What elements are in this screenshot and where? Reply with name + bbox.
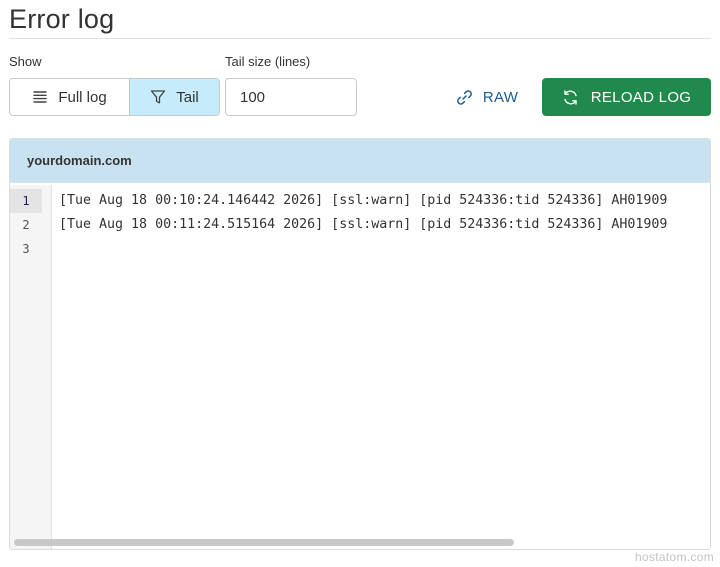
reload-log-label: RELOAD LOG xyxy=(590,88,692,106)
title-divider xyxy=(9,38,711,39)
horizontal-scrollbar[interactable] xyxy=(14,539,514,546)
full-log-button[interactable]: Full log xyxy=(10,79,130,115)
watermark: hostatom.com xyxy=(635,550,714,564)
line-number-gutter: 1 2 3 xyxy=(10,185,52,549)
log-viewer[interactable]: 1 2 3 [Tue Aug 18 00:10:24.146442 2026] … xyxy=(10,185,710,549)
refresh-icon xyxy=(564,89,577,105)
reload-log-button[interactable]: RELOAD LOG xyxy=(542,78,711,116)
log-panel-domain: yourdomain.com xyxy=(10,139,710,183)
line-number: 3 xyxy=(22,242,30,256)
tail-label: Tail xyxy=(176,88,199,106)
tail-button[interactable]: Tail xyxy=(130,79,219,115)
tail-size-label: Tail size (lines) xyxy=(225,54,311,69)
list-icon xyxy=(33,91,48,103)
log-panel: yourdomain.com 1 2 3 [Tue Aug 18 00:10:2… xyxy=(9,138,711,550)
full-log-label: Full log xyxy=(58,88,107,106)
line-number: 2 xyxy=(22,218,30,232)
log-line: [Tue Aug 18 00:11:24.515164 2026] [ssl:w… xyxy=(59,217,668,232)
raw-label: RAW xyxy=(482,88,519,106)
raw-button[interactable]: RAW xyxy=(448,78,526,116)
link-icon xyxy=(456,89,472,105)
filter-icon xyxy=(151,90,166,104)
show-label: Show xyxy=(9,54,42,69)
page-title: Error log xyxy=(9,4,115,34)
line-number: 1 xyxy=(10,189,42,213)
log-content[interactable]: [Tue Aug 18 00:10:24.146442 2026] [ssl:w… xyxy=(59,185,710,535)
tail-size-input[interactable] xyxy=(225,78,357,116)
show-mode-toggle: Full log Tail xyxy=(9,78,220,116)
log-line: [Tue Aug 18 00:10:24.146442 2026] [ssl:w… xyxy=(59,193,668,208)
